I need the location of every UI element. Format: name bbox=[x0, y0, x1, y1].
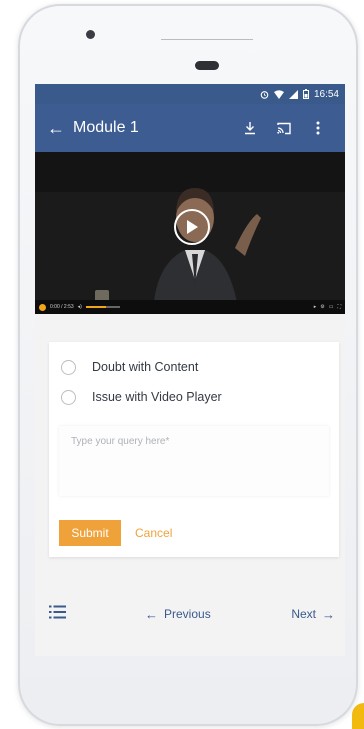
playback-time: 0:00 / 2:53 bbox=[50, 304, 74, 310]
volume-slider[interactable] bbox=[85, 306, 120, 308]
wifi-icon bbox=[273, 89, 284, 99]
app-bar: ← Module 1 bbox=[35, 104, 345, 152]
status-bar: 16:54 bbox=[35, 84, 345, 104]
list-icon[interactable] bbox=[49, 605, 73, 624]
radio-button[interactable] bbox=[61, 359, 76, 375]
clock-time: 16:54 bbox=[313, 88, 339, 100]
alarm-icon bbox=[260, 90, 269, 99]
play-button[interactable] bbox=[174, 209, 210, 245]
skip-icon[interactable]: ▸ bbox=[314, 304, 317, 310]
battery-icon bbox=[302, 89, 309, 99]
option-issue-with-video-player[interactable]: Issue with Video Player bbox=[49, 382, 339, 412]
download-icon[interactable] bbox=[233, 121, 267, 135]
play-icon bbox=[187, 220, 198, 234]
corner-accent bbox=[352, 703, 364, 729]
bottom-navigation: ← Previous Next → bbox=[35, 592, 345, 636]
previous-button[interactable]: ← Previous bbox=[145, 607, 211, 622]
settings-icon[interactable]: ⚙ bbox=[320, 304, 324, 310]
submit-button[interactable]: Submit bbox=[59, 520, 121, 546]
query-input[interactable] bbox=[59, 426, 329, 496]
top-bezel-line bbox=[161, 39, 253, 40]
page-title: Module 1 bbox=[73, 119, 139, 136]
cast-icon[interactable] bbox=[267, 121, 301, 135]
phone-frame: 16:54 ← Module 1 0:00 / 2:53 ◂) ▸ ⚙ ▭ ⛶ … bbox=[18, 4, 358, 726]
back-arrow-icon[interactable]: ← bbox=[47, 118, 73, 139]
arrow-right-icon: → bbox=[322, 606, 335, 622]
video-controls: 0:00 / 2:53 ◂) ▸ ⚙ ▭ ⛶ bbox=[35, 300, 345, 314]
front-camera bbox=[86, 30, 95, 39]
option-doubt-with-content[interactable]: Doubt with Content bbox=[49, 352, 339, 382]
signal-icon bbox=[288, 89, 298, 99]
next-button[interactable]: Next → bbox=[291, 607, 335, 622]
fullscreen-icon[interactable]: ⛶ bbox=[337, 304, 341, 310]
query-form-card: Doubt with Content Issue with Video Play… bbox=[49, 342, 339, 557]
previous-label: Previous bbox=[164, 607, 211, 621]
option-label: Issue with Video Player bbox=[92, 390, 222, 404]
app-screen: 16:54 ← Module 1 0:00 / 2:53 ◂) ▸ ⚙ ▭ ⛶ … bbox=[35, 84, 345, 656]
cancel-button[interactable]: Cancel bbox=[135, 526, 172, 540]
playback-toggle[interactable] bbox=[39, 303, 46, 311]
option-label: Doubt with Content bbox=[92, 360, 199, 374]
volume-icon[interactable]: ◂) bbox=[78, 304, 82, 310]
more-vert-icon[interactable] bbox=[301, 121, 335, 135]
speaker-grille bbox=[195, 61, 219, 70]
arrow-left-icon: ← bbox=[145, 606, 158, 622]
form-actions: Submit Cancel bbox=[59, 520, 339, 546]
captions-icon[interactable]: ▭ bbox=[329, 304, 334, 310]
video-player[interactable]: 0:00 / 2:53 ◂) ▸ ⚙ ▭ ⛶ bbox=[35, 152, 345, 314]
radio-button[interactable] bbox=[61, 389, 76, 405]
next-label: Next bbox=[291, 607, 316, 621]
